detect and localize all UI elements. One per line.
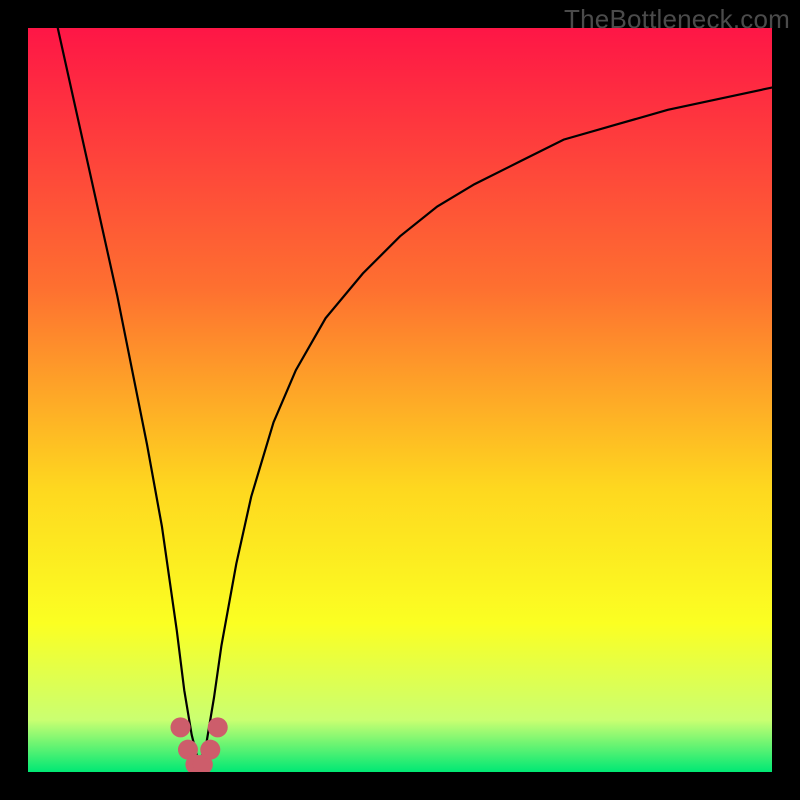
chart-frame: TheBottleneck.com (0, 0, 800, 800)
marker-point (171, 717, 191, 737)
plot-area (28, 28, 772, 772)
chart-svg (28, 28, 772, 772)
marker-point (208, 717, 228, 737)
marker-point (200, 740, 220, 760)
gradient-background (28, 28, 772, 772)
watermark-text: TheBottleneck.com (564, 4, 790, 35)
